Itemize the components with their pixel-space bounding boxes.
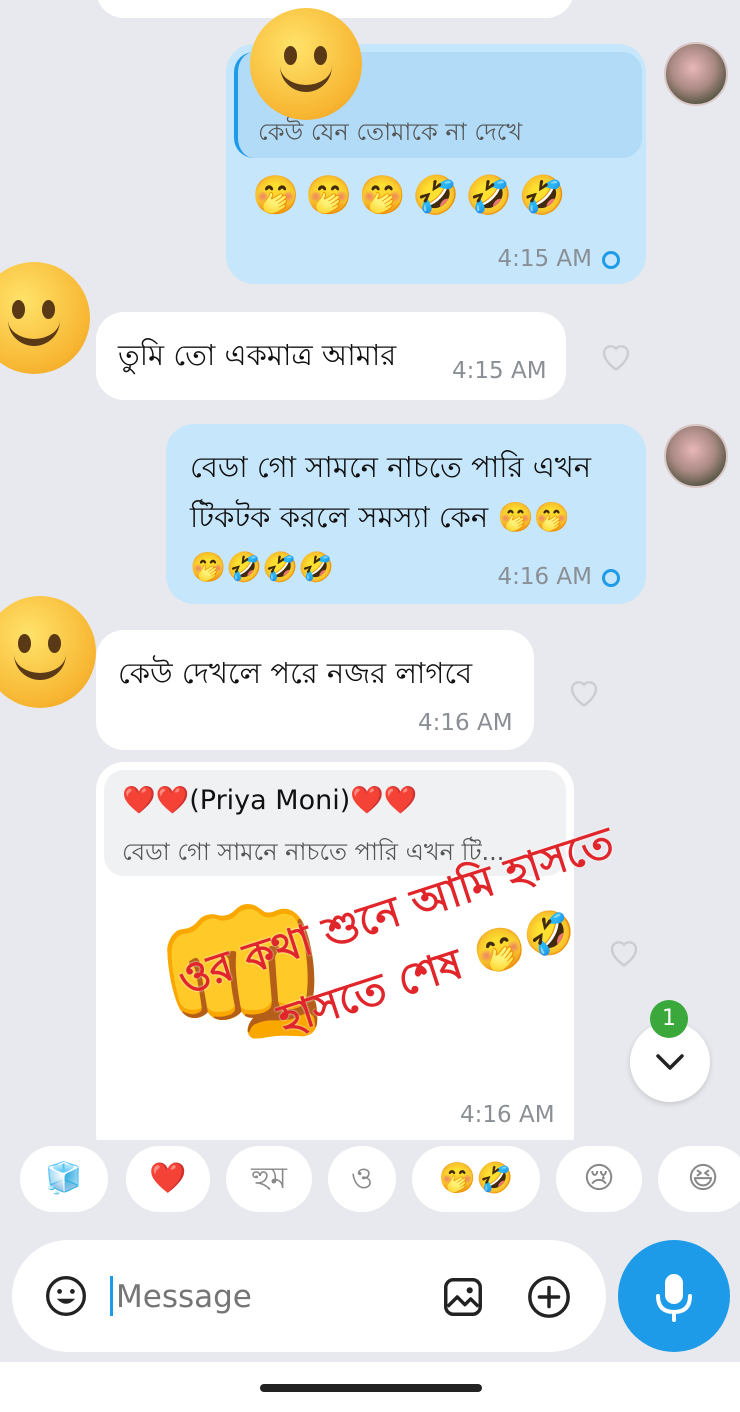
like-heart-icon[interactable] [598, 338, 634, 374]
message-bubble-incoming[interactable]: তুমি তো একমাত্র আমার 4:15 AM [96, 312, 566, 400]
quick-reply-hum[interactable]: হুম [226, 1146, 312, 1212]
home-indicator[interactable] [260, 1384, 482, 1392]
message-text-line2: টিকটক করলে সমস্যা কেন 🤭🤭 [190, 500, 570, 534]
quick-reply-o[interactable]: ও [328, 1146, 396, 1212]
quick-reply-laugh[interactable]: 🤭🤣 [412, 1146, 540, 1212]
reply-preview-name: ❤️❤️(Priya Moni)❤️❤️ [122, 785, 418, 816]
message-bubble-incoming[interactable]: কেউ দেখলে পরে নজর লাগবে 4:16 AM [96, 630, 534, 750]
quick-reply-bar: 🧊 ❤️ হুম ও 🤭🤣 😢 😆 [0, 1146, 740, 1216]
message-text: তুমি তো একমাত্র আমার [118, 338, 397, 372]
like-heart-icon[interactable] [566, 674, 602, 710]
message-text-line1: বেডা গো সামনে নাচতে পারি এখন [190, 450, 592, 484]
like-heart-icon[interactable] [606, 934, 642, 970]
voice-record-button[interactable] [618, 1240, 730, 1352]
smiley-sticker-icon [250, 8, 362, 120]
chat-area[interactable]: কেউ যেন তোমাকে না দেখে 🤭🤭🤭🤣🤣🤣 4:15 AM তু… [0, 0, 740, 1140]
message-time: 4:15 AM [497, 246, 620, 272]
sent-status-icon [602, 569, 620, 587]
message-time: 4:16 AM [497, 564, 620, 590]
microphone-icon [656, 1274, 692, 1322]
contact-avatar[interactable] [0, 262, 90, 374]
message-time: 4:15 AM [452, 358, 547, 384]
quick-reply-grin[interactable]: 😆 [658, 1146, 740, 1212]
quick-reply-heart[interactable]: ❤️ [126, 1146, 210, 1212]
add-attachment-icon[interactable] [526, 1274, 572, 1320]
message-composer [12, 1240, 606, 1352]
reply-preview-text: কেউ যেন তোমাকে না দেখে [258, 118, 523, 146]
message-time: 4:16 AM [460, 1102, 555, 1128]
quick-reply-ice-cube[interactable]: 🧊 [20, 1146, 108, 1212]
message-time: 4:16 AM [418, 710, 513, 736]
sent-status-icon [602, 251, 620, 269]
message-emojis: 🤭🤭🤭🤣🤣🤣 [252, 173, 572, 217]
contact-avatar[interactable] [0, 596, 96, 708]
unread-count-badge: 1 [650, 1000, 688, 1038]
message-bubble-outgoing[interactable]: বেডা গো সামনে নাচতে পারি এখন টিকটক করলে … [166, 424, 646, 604]
message-text: কেউ দেখলে পরে নজর লাগবে [118, 656, 473, 690]
message-input-field[interactable] [114, 1270, 408, 1324]
quick-reply-cry[interactable]: 😢 [556, 1146, 642, 1212]
message-input[interactable] [110, 1270, 410, 1324]
my-avatar[interactable] [664, 42, 728, 106]
message-text-line3: 🤭🤣🤣🤣 [190, 550, 335, 584]
emoji-icon[interactable] [44, 1274, 88, 1318]
my-avatar[interactable] [664, 424, 728, 488]
gallery-icon[interactable] [440, 1274, 486, 1320]
